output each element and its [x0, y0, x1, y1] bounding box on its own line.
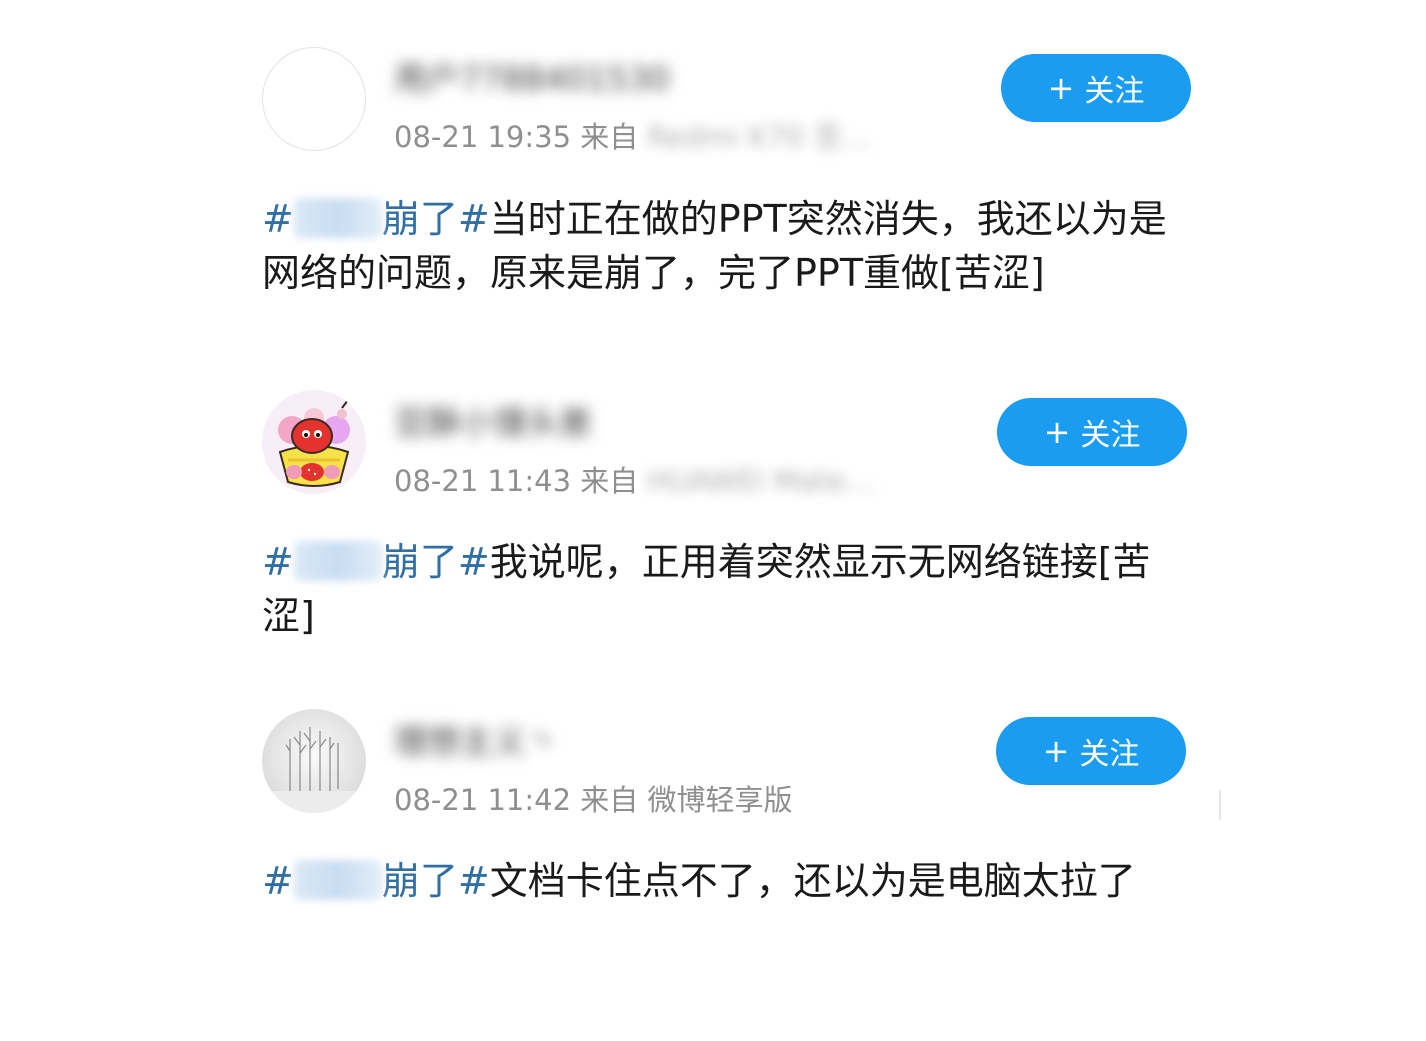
hashtag-suffix: 崩了#	[381, 197, 490, 241]
follow-label: 关注	[1079, 737, 1140, 772]
username[interactable]: 理想主义丶	[394, 715, 559, 763]
follow-label: 关注	[1080, 418, 1141, 453]
hashtag-prefix: #	[262, 540, 294, 584]
follow-button[interactable]: + 关注	[1001, 54, 1191, 122]
plus-icon: +	[1043, 413, 1071, 451]
hashtag-link[interactable]: #wps崩了#	[262, 540, 490, 584]
from-label: 来自	[580, 783, 639, 817]
hashtag-prefix: #	[262, 859, 294, 903]
post-content: #wps崩了#文档卡住点不了，还以为是电脑太拉了	[262, 854, 1172, 908]
device-name: Redmi K70 至…	[647, 120, 872, 154]
device-name: 微博轻享版	[647, 783, 793, 817]
follow-button[interactable]: + 关注	[997, 398, 1187, 466]
post-time: 08-21 11:43	[394, 464, 572, 498]
post-text: 文档卡住点不了，还以为是电脑太拉了	[489, 859, 1136, 903]
device-name: HUAWEI Mate…	[647, 464, 875, 498]
post-time: 08-21 19:35	[394, 120, 572, 154]
hashtag-prefix: #	[262, 197, 294, 241]
username[interactable]: 豆酥小馒头崽	[394, 396, 592, 444]
hashtag-topic: wps	[293, 860, 382, 900]
follow-button[interactable]: + 关注	[996, 717, 1186, 785]
cartoon-fruit-basket-icon	[262, 390, 366, 494]
weibo-comment-feed: 用户7788401530 08-21 19:35 来自 Redmi K70 至……	[0, 0, 1426, 1041]
hashtag-suffix: 崩了#	[381, 540, 490, 584]
divider	[1219, 790, 1221, 820]
plus-icon: +	[1047, 69, 1075, 107]
hashtag-suffix: 崩了#	[381, 859, 490, 903]
from-label: 来自	[580, 120, 639, 154]
snowy-trees-photo	[262, 709, 366, 813]
avatar[interactable]	[262, 709, 366, 813]
post-content: #wps崩了#当时正在做的PPT突然消失，我还以为是网络的问题，原来是崩了，完了…	[262, 192, 1172, 300]
plus-icon: +	[1042, 732, 1070, 770]
hashtag-link[interactable]: #wps崩了#	[262, 197, 490, 241]
post-content: #wps崩了#我说呢，正用着突然显示无网络链接[苦涩]	[262, 535, 1172, 643]
post-time: 08-21 11:42	[394, 783, 572, 817]
post-meta: 08-21 11:43 来自 HUAWEI Mate…	[394, 458, 875, 500]
follow-label: 关注	[1084, 74, 1145, 109]
post-meta: 08-21 11:42 来自 微博轻享版	[394, 777, 793, 819]
avatar[interactable]	[262, 390, 366, 494]
hashtag-topic: wps	[293, 541, 382, 581]
avatar[interactable]	[262, 47, 366, 151]
username[interactable]: 用户7788401530	[394, 52, 670, 100]
hashtag-link[interactable]: #wps崩了#	[262, 859, 490, 903]
from-label: 来自	[580, 464, 639, 498]
post-meta: 08-21 19:35 来自 Redmi K70 至…	[394, 114, 871, 156]
hashtag-topic: wps	[293, 198, 382, 238]
